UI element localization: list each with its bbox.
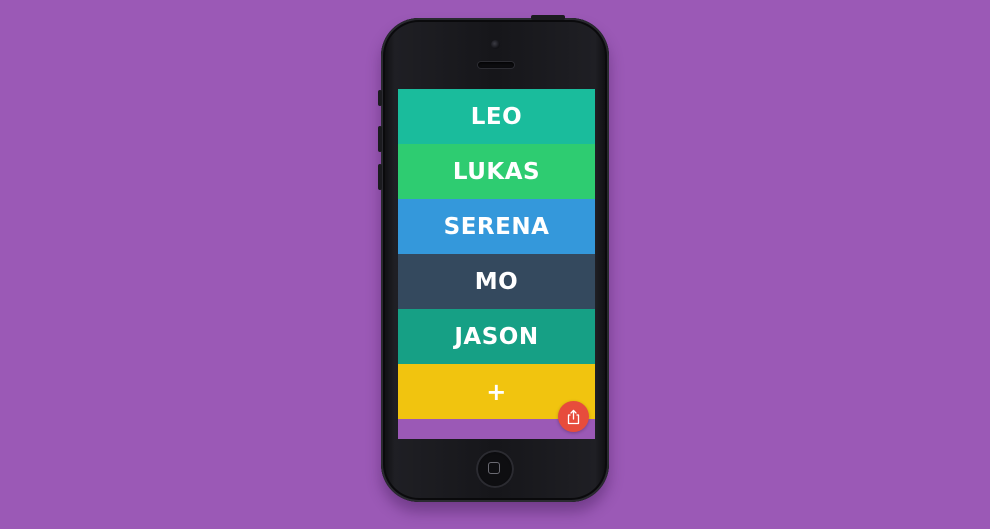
phone-mockup: LEO LUKAS SERENA MO JASON +: [378, 15, 609, 502]
share-icon: [567, 409, 580, 424]
earpiece-speaker: [478, 62, 514, 68]
home-button: [476, 450, 514, 488]
power-button: [531, 15, 565, 20]
list-item-label: JASON: [454, 323, 539, 350]
home-square-icon: [488, 462, 500, 474]
list-item-serena[interactable]: SERENA: [398, 199, 595, 254]
share-button[interactable]: [558, 401, 589, 432]
list-item-label: MO: [474, 268, 519, 295]
app-screen: LEO LUKAS SERENA MO JASON +: [398, 89, 595, 439]
list-item-lukas[interactable]: LUKAS: [398, 144, 595, 199]
list-item-mo[interactable]: MO: [398, 254, 595, 309]
list-item-label: LUKAS: [452, 158, 541, 185]
front-camera: [491, 40, 500, 49]
plus-icon: +: [486, 377, 507, 406]
volume-up-button: [378, 126, 382, 152]
list-item-jason[interactable]: JASON: [398, 309, 595, 364]
list-item-label: SERENA: [443, 213, 550, 240]
list-item-label: LEO: [470, 103, 523, 130]
volume-down-button: [378, 164, 382, 190]
list-item-leo[interactable]: LEO: [398, 89, 595, 144]
mute-switch: [378, 90, 382, 106]
